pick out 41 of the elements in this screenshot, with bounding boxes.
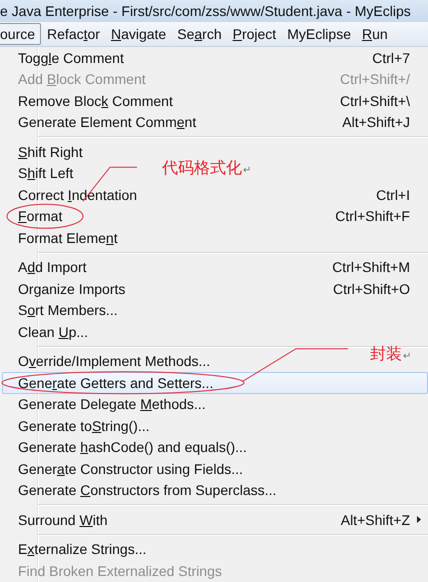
menu-item[interactable]: Organize Imports Ctrl+Shift+O <box>2 278 428 300</box>
menu-item[interactable]: Format Ctrl+Shift+F <box>2 206 428 227</box>
menu-bar-item[interactable]: Search <box>172 24 227 44</box>
shortcut-label: Alt+Shift+J <box>342 114 410 130</box>
shortcut-label: Alt+Shift+Z <box>340 512 410 528</box>
menu-bar-item[interactable]: Navigate <box>106 24 172 44</box>
menu-item[interactable]: Generate hashCode() and equals()... <box>2 436 254 458</box>
shortcut-label: Ctrl+Shift+F <box>335 208 410 224</box>
menu-item[interactable]: Format Element <box>2 227 125 248</box>
paragraph-mark: ↵ <box>243 164 251 176</box>
menu-item[interactable]: Generate toString()... <box>2 415 157 436</box>
shortcut-label: Ctrl+Shift+\ <box>340 92 410 109</box>
annotation-text: 代码格式化 <box>162 158 242 180</box>
menu-item[interactable]: Toggle Comment Ctrl+7 <box>2 47 428 68</box>
menu-item[interactable]: Shift Left <box>2 162 80 184</box>
shortcut-label: Ctrl+I <box>376 186 410 203</box>
shortcut-label: Ctrl+Shift+/ <box>340 71 410 88</box>
menu-bar-item[interactable]: Run <box>356 24 393 44</box>
shortcut-label: Ctrl+Shift+O <box>332 280 410 297</box>
annotation-text: 封装 <box>370 344 402 365</box>
menu-item[interactable]: Remove Block Comment Ctrl+Shift+\ <box>2 90 428 112</box>
menu-item[interactable]: Externalize Strings... <box>2 538 154 560</box>
menu-bar-item[interactable]: Project <box>228 24 282 44</box>
menu-item[interactable]: Generate Constructors from Superclass... <box>2 480 284 501</box>
menu-item[interactable]: Generate Element Comment Alt+Shift+J <box>2 112 428 133</box>
menu-bar-item[interactable]: MyEclipse <box>282 24 356 44</box>
menu-item[interactable]: Clean Up... <box>2 321 96 342</box>
menu-item[interactable]: Generate Getters and Setters... <box>2 372 428 394</box>
menu-bar-item[interactable]: ource <box>0 23 42 45</box>
window-title: e Java Enterprise - First/src/com/zss/www/Student.java - MyEclips <box>0 3 411 19</box>
menu-item[interactable]: Shift Right <box>2 141 90 162</box>
menu-bar-item[interactable]: Refactor <box>42 24 105 44</box>
shortcut-label: Ctrl+7 <box>372 50 410 66</box>
menu-item[interactable]: Sort Members... <box>2 300 125 321</box>
shortcut-label: Ctrl+Shift+M <box>332 259 410 276</box>
paragraph-mark: ↵ <box>403 350 411 362</box>
menu-item[interactable]: Surround With Alt+Shift+Z <box>2 509 428 530</box>
menu-item[interactable]: Generate Delegate Methods... <box>2 394 213 415</box>
menu-item[interactable]: Generate Constructor using Fields... <box>2 458 250 480</box>
menu-item[interactable]: Add Import Ctrl+Shift+M <box>2 256 428 278</box>
menu-item[interactable]: Override/Implement Methods... <box>2 350 218 372</box>
